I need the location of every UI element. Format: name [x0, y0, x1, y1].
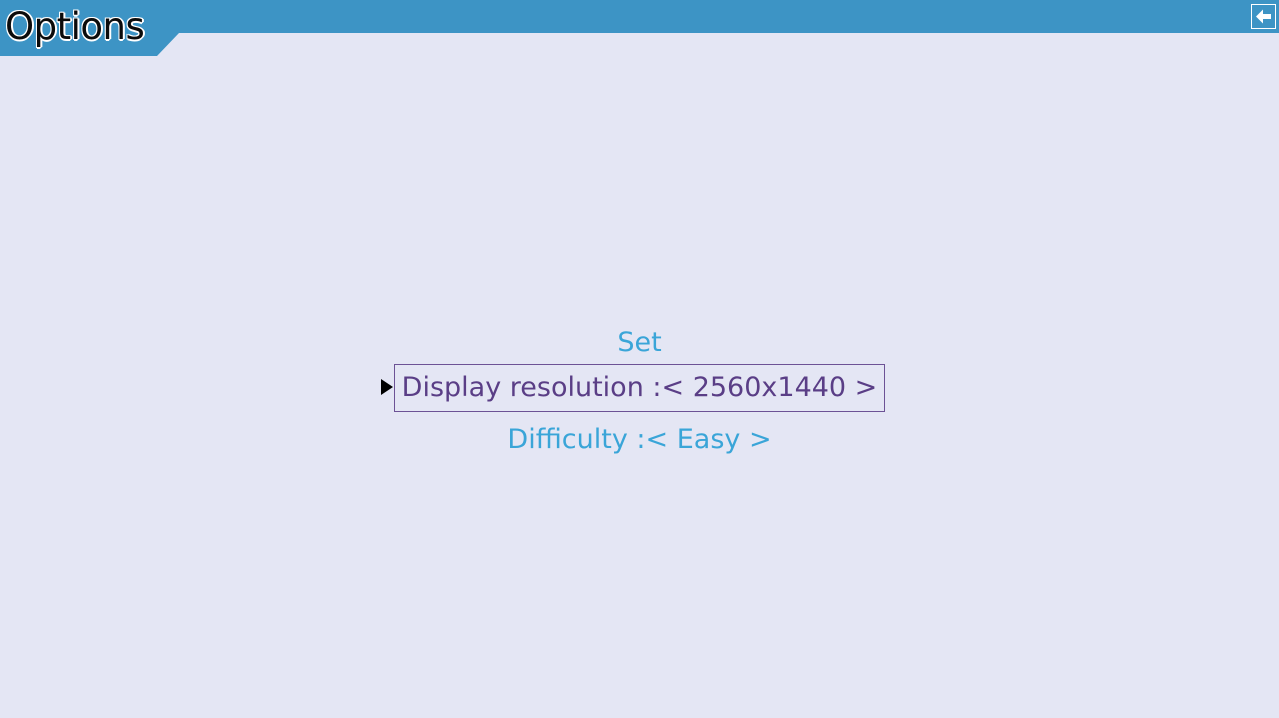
- header-bar: [0, 0, 1279, 33]
- menu-item-display-resolution[interactable]: Display resolution :< 2560x1440 >: [0, 364, 1279, 412]
- back-button[interactable]: [1251, 4, 1276, 29]
- menu-item-difficulty[interactable]: Difficulty :< Easy >: [0, 417, 1279, 462]
- back-arrow-icon: [1256, 9, 1271, 24]
- menu-item-set[interactable]: Set: [0, 320, 1279, 365]
- menu-item-difficulty-label: Difficulty :< Easy >: [507, 424, 772, 455]
- page-title: Options: [5, 5, 145, 48]
- menu-item-display-resolution-label: Display resolution :< 2560x1440 >: [393, 364, 886, 412]
- menu-item-set-label: Set: [617, 327, 662, 358]
